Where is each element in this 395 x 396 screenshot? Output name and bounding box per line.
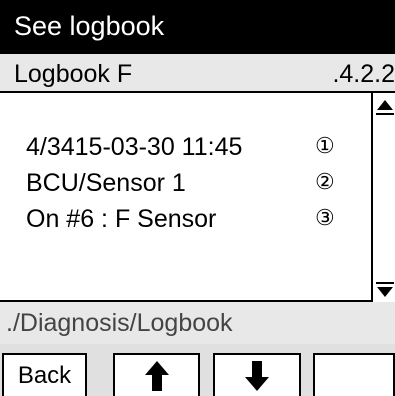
up-button[interactable]: [113, 353, 200, 396]
softkey-bar: Back: [0, 344, 395, 396]
entry-marker-2: ②: [315, 169, 335, 194]
entry-event: On #6 : F Sensor: [26, 205, 217, 233]
list-item: BCU/Sensor 1: [26, 169, 186, 198]
empty-softkey[interactable]: [313, 353, 395, 396]
back-button[interactable]: Back: [2, 353, 87, 396]
logbook-name: Logbook F: [14, 60, 133, 88]
page-title: See logbook: [14, 10, 165, 41]
list-item: 4/3415-03-30 11:45: [26, 133, 242, 162]
back-button-label: Back: [17, 361, 72, 389]
breadcrumb: ./Diagnosis/Logbook: [0, 302, 395, 344]
title-bar: See logbook: [0, 0, 395, 52]
entry-marker-3: ③: [315, 205, 335, 230]
entry-datetime: 4/3415-03-30 11:45: [26, 133, 243, 161]
scrollbar[interactable]: [371, 93, 395, 302]
arrow-down-icon: [245, 360, 269, 391]
list-item: On #6 : F Sensor: [26, 205, 216, 234]
scroll-up-icon[interactable]: [376, 97, 394, 115]
logbook-header: Logbook F .4.2.2: [0, 52, 395, 93]
menu-code: .4.2.2: [332, 60, 395, 88]
down-button[interactable]: [213, 353, 301, 396]
scroll-down-icon[interactable]: [376, 282, 394, 300]
logbook-entry-panel: 4/3415-03-30 11:45 ① BCU/Sensor 1 ② On #…: [0, 93, 395, 302]
entry-marker-1: ①: [315, 133, 335, 158]
arrow-up-icon: [144, 360, 169, 391]
breadcrumb-path: ./Diagnosis/Logbook: [6, 308, 233, 337]
entry-source: BCU/Sensor 1: [26, 169, 186, 197]
